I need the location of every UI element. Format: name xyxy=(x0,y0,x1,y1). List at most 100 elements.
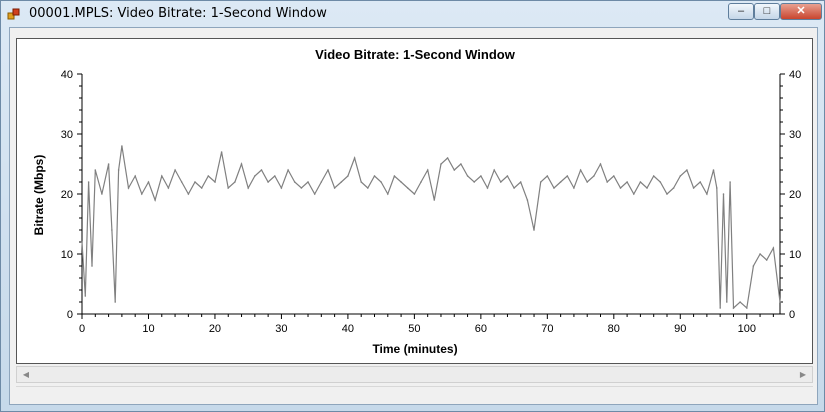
bitrate-data-point xyxy=(406,187,409,189)
bitrate-data-point xyxy=(214,181,216,183)
bitrate-data-point xyxy=(586,181,588,183)
bitrate-data-point xyxy=(546,175,549,177)
bitrate-data-point xyxy=(194,181,196,183)
bitrate-data-point xyxy=(426,169,429,171)
x-tick-label: 30 xyxy=(275,323,287,335)
y-tick-label-left: 20 xyxy=(61,189,73,201)
status-bar xyxy=(16,386,813,402)
bitrate-data-point xyxy=(240,163,243,165)
bitrate-data-point xyxy=(84,295,87,297)
series-layer xyxy=(81,145,781,310)
bitrate-data-point xyxy=(293,181,296,183)
bitrate-data-point xyxy=(400,181,402,183)
bitrate-data-point xyxy=(91,265,93,267)
bitrate-data-point xyxy=(287,169,289,171)
scroll-left-icon[interactable]: ◀ xyxy=(19,368,33,381)
bitrate-data-point xyxy=(726,301,728,303)
bitrate-data-point xyxy=(526,199,529,201)
bitrate-data-point xyxy=(161,175,163,177)
bitrate-data-point xyxy=(486,187,489,189)
bitrate-data-point xyxy=(466,175,469,177)
bitrate-data-point xyxy=(207,175,210,177)
bitrate-data-point xyxy=(513,187,515,189)
x-tick-label: 0 xyxy=(79,323,85,335)
bitrate-data-point xyxy=(722,193,725,195)
x-tick-label: 70 xyxy=(541,323,553,335)
bitrate-data-point xyxy=(267,181,269,183)
bitrate-data-point xyxy=(300,187,303,189)
bitrate-data-point xyxy=(765,259,768,261)
x-tick-label: 80 xyxy=(608,323,620,335)
bitrate-data-point xyxy=(141,193,143,195)
bitrate-data-point xyxy=(692,187,695,189)
y-tick-label-right: 20 xyxy=(789,189,801,201)
bitrate-data-point xyxy=(127,187,130,189)
bitrate-data-point xyxy=(121,145,123,147)
bitrate-data-point xyxy=(566,175,569,177)
y-tick-label-left: 40 xyxy=(61,69,73,81)
bitrate-data-point xyxy=(619,187,622,189)
bitrate-data-point xyxy=(360,181,363,183)
close-button[interactable]: ✕ xyxy=(780,3,822,20)
bitrate-data-point xyxy=(732,307,735,309)
horizontal-scrollbar[interactable]: ◀ ▶ xyxy=(16,366,813,383)
bitrate-data-point xyxy=(719,307,721,309)
bitrate-data-point xyxy=(87,181,90,183)
bitrate-data-point xyxy=(187,193,190,195)
x-tick-label: 90 xyxy=(674,323,686,335)
bitrate-data-point xyxy=(333,187,336,189)
bitrate-data-point xyxy=(380,181,382,183)
bitrate-data-point xyxy=(373,175,376,177)
bitrate-data-point xyxy=(101,193,103,195)
chart-panel: Video Bitrate: 1-Second Window Time (min… xyxy=(16,38,813,364)
bitrate-data-point xyxy=(200,187,203,189)
minimize-button[interactable]: – xyxy=(728,3,754,20)
bitrate-data-point xyxy=(686,169,688,171)
bitrate-data-point xyxy=(729,181,731,183)
bitrate-data-point xyxy=(672,187,675,189)
bitrate-data-point xyxy=(81,241,83,243)
client-area: Video Bitrate: 1-Second Window Time (min… xyxy=(9,27,818,405)
bitrate-data-point xyxy=(327,169,329,171)
bitrate-data-point xyxy=(606,181,608,183)
bitrate-data-point xyxy=(533,229,535,231)
x-tick-label: 20 xyxy=(209,323,221,335)
bitrate-data-point xyxy=(679,175,682,177)
bitrate-data-point xyxy=(666,193,668,195)
bitrate-data-point xyxy=(493,169,496,171)
bitrate-data-point xyxy=(453,169,456,171)
bitrate-data-point xyxy=(347,175,349,177)
scroll-right-icon[interactable]: ▶ xyxy=(796,368,810,381)
bitrate-data-point xyxy=(117,169,120,171)
y-tick-label-right: 0 xyxy=(789,309,795,321)
x-tick-label: 10 xyxy=(142,323,154,335)
bitrate-data-point xyxy=(353,157,356,159)
bitrate-data-point xyxy=(659,181,662,183)
bitrate-data-point xyxy=(174,169,176,171)
bitrate-data-point xyxy=(320,181,323,183)
bitrate-data-point xyxy=(114,301,116,303)
bitrate-data-point xyxy=(633,193,635,195)
bitrate-data-point xyxy=(699,181,701,183)
bitrate-data-point xyxy=(280,187,283,189)
plot-axes: 0 010 1020 2030 3040 400 10 20 30 40 50 60 70 80 90 100 xyxy=(61,69,802,335)
bitrate-data-point xyxy=(274,175,276,177)
bitrate-data-point xyxy=(260,169,263,171)
bitrate-data-point xyxy=(646,187,648,189)
bitrate-data-point xyxy=(227,187,229,189)
bitrate-data-point xyxy=(539,181,542,183)
bitrate-data-point xyxy=(313,193,316,195)
bitrate-data-point xyxy=(234,181,236,183)
bitrate-data-point xyxy=(639,181,642,183)
bitrate-data-point xyxy=(752,265,755,267)
bitrate-data-point xyxy=(779,301,781,303)
bitrate-data-point xyxy=(480,175,482,177)
bitrate-data-point xyxy=(254,175,256,177)
bitrate-data-point xyxy=(759,253,761,255)
title-bar[interactable]: 00001.MPLS: Video Bitrate: 1-Second Wind… xyxy=(1,1,824,27)
bitrate-data-point xyxy=(579,169,582,171)
bitrate-data-point xyxy=(593,175,595,177)
bitrate-data-point xyxy=(420,181,422,183)
x-axis-label: Time (minutes) xyxy=(372,342,457,356)
maximize-button[interactable]: □ xyxy=(754,3,780,20)
